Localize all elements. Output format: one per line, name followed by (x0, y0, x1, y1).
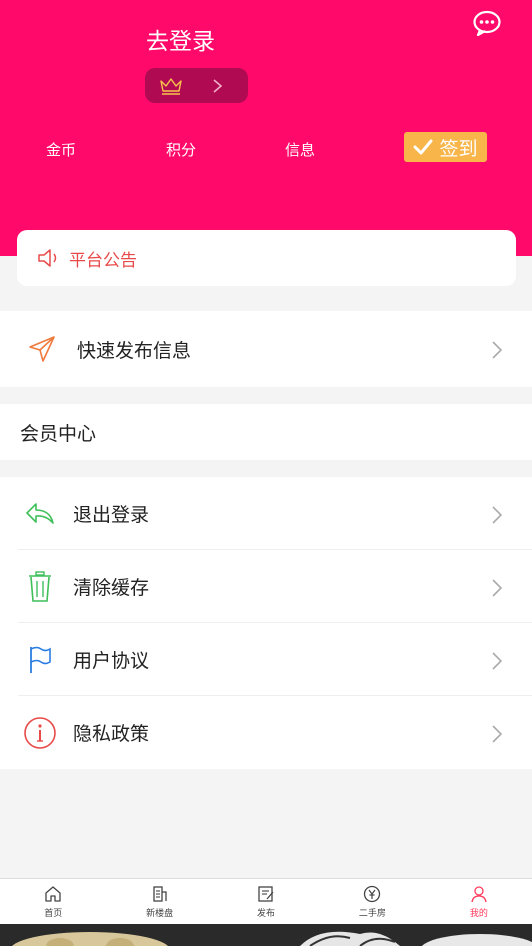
menu-item-logout[interactable]: 退出登录 (0, 477, 532, 550)
ad-banner-strip[interactable] (0, 924, 532, 946)
stat-coins[interactable]: 金币 (46, 139, 76, 160)
settings-menu: 退出登录 清除缓存 用户协议 隐私政策 (0, 477, 532, 769)
stat-points[interactable]: 积分 (166, 139, 196, 160)
member-center-title: 会员中心 (0, 404, 532, 460)
quick-publish-section: 快速发布信息 (0, 311, 532, 387)
yen-icon (364, 885, 381, 903)
tab-home[interactable]: 首页 (0, 879, 106, 924)
chevron-right-icon (492, 579, 502, 597)
tab-label: 新楼盘 (146, 909, 174, 919)
tab-label: 发布 (257, 909, 276, 919)
menu-label: 清除缓存 (73, 577, 150, 599)
flag-icon (30, 646, 51, 673)
sign-in-label: 签到 (439, 137, 478, 160)
menu-item-clear-cache[interactable]: 清除缓存 (0, 550, 532, 623)
crown-icon (160, 77, 182, 95)
tab-mine[interactable]: 我的 (426, 879, 532, 924)
speaker-icon (38, 249, 57, 267)
home-icon (45, 886, 61, 902)
chevron-right-icon (492, 652, 502, 670)
tab-second-hand[interactable]: 二手房 (319, 879, 425, 924)
user-icon (471, 886, 487, 903)
menu-item-user-agreement[interactable]: 用户协议 (0, 623, 532, 696)
login-link[interactable]: 去登录 (146, 22, 215, 56)
menu-label: 退出登录 (73, 504, 150, 526)
quick-publish-label: 快速发布信息 (77, 339, 192, 362)
profile-header: 去登录 金币 积分 信息 签到 (0, 0, 532, 256)
tab-label: 二手房 (358, 909, 386, 919)
bottom-tab-bar: 首页 新楼盘 发布 二手房 我的 (0, 878, 532, 924)
logout-arrow-icon (26, 502, 54, 524)
chevron-right-icon (213, 78, 223, 93)
menu-label: 隐私政策 (73, 723, 150, 745)
chevron-right-icon (492, 506, 502, 524)
vip-level-button[interactable] (145, 68, 248, 103)
stat-messages[interactable]: 信息 (285, 139, 315, 160)
quick-publish-item[interactable]: 快速发布信息 (0, 311, 532, 387)
tab-label: 首页 (44, 909, 63, 919)
send-icon (29, 336, 55, 362)
menu-item-privacy-policy[interactable]: 隐私政策 (0, 696, 532, 769)
info-icon (24, 716, 56, 749)
chat-bubble-icon[interactable] (472, 10, 502, 37)
tab-publish[interactable]: 发布 (213, 879, 319, 924)
chevron-right-icon (492, 341, 502, 359)
notice-label: 平台公告 (69, 250, 137, 271)
cartoon-banner-image (0, 924, 532, 946)
edit-icon (258, 886, 274, 902)
member-center-label: 会员中心 (20, 422, 97, 445)
chevron-right-icon (492, 725, 502, 743)
check-icon (413, 139, 433, 155)
menu-label: 用户协议 (73, 650, 150, 672)
platform-notice[interactable]: 平台公告 (17, 230, 516, 286)
building-icon (152, 886, 167, 902)
sign-in-button[interactable]: 签到 (404, 132, 487, 162)
trash-icon (29, 570, 51, 602)
tab-label: 我的 (469, 909, 488, 919)
tab-new-buildings[interactable]: 新楼盘 (106, 879, 212, 924)
